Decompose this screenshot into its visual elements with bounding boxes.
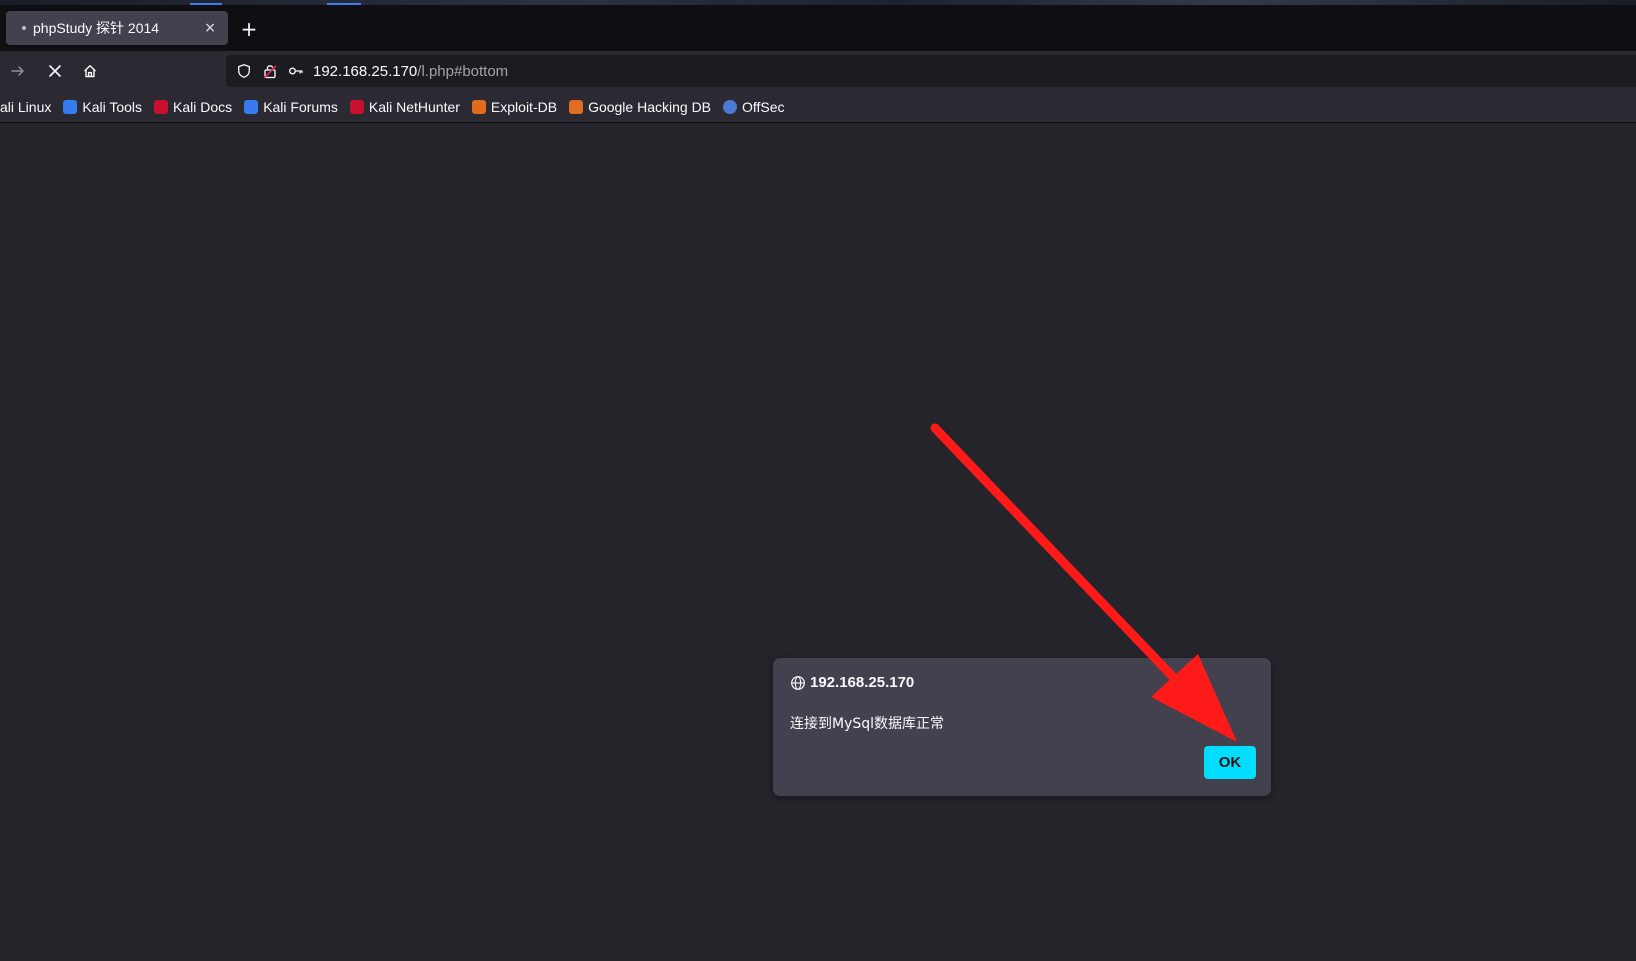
bookmark-kali-tools[interactable]: Kali Tools xyxy=(63,99,142,115)
bookmarks-toolbar: ali Linux Kali Tools Kali Docs Kali Foru… xyxy=(0,91,1636,123)
bookmark-kali-nethunter[interactable]: Kali NetHunter xyxy=(349,98,460,115)
kali-tools-icon xyxy=(63,99,78,114)
bookmark-label: Kali Docs xyxy=(173,98,233,115)
close-icon xyxy=(49,65,61,77)
forward-button[interactable] xyxy=(5,58,31,84)
dialog-origin: 192.168.25.170 xyxy=(810,674,915,691)
dialog-header: 192.168.25.170 xyxy=(790,674,914,691)
kali-docs-icon xyxy=(154,99,169,114)
tab-close-icon[interactable]: × xyxy=(204,21,216,35)
insecure-lock-icon[interactable] xyxy=(262,63,278,79)
url-host: 192.168.25.170 xyxy=(313,62,418,80)
home-icon xyxy=(84,65,96,78)
home-button[interactable] xyxy=(77,58,103,84)
tab-title: phpStudy 探针 2014 xyxy=(33,20,160,36)
forward-arrow-icon xyxy=(11,66,24,76)
new-tab-button[interactable]: + xyxy=(238,18,260,40)
tab-bar: phpStudy 探针 2014 × + xyxy=(0,5,1636,51)
dialog-message: 连接到MySql数据库正常 xyxy=(790,716,945,732)
bookmark-label: Kali Tools xyxy=(82,98,143,115)
shield-icon[interactable] xyxy=(236,63,252,79)
kali-forums-icon xyxy=(244,99,259,114)
bookmark-offsec[interactable]: OffSec xyxy=(723,99,785,115)
bookmark-google-hacking-db[interactable]: Google Hacking DB xyxy=(569,99,711,115)
ok-button[interactable]: OK xyxy=(1204,746,1256,779)
tab-phpstudy[interactable]: phpStudy 探针 2014 × xyxy=(6,11,228,45)
page-content xyxy=(0,123,1636,961)
url-bar[interactable]: 192.168.25.170/l.php#bottom xyxy=(226,55,1636,87)
bookmark-kali-linux[interactable]: ali Linux xyxy=(0,99,51,115)
exploit-db-icon xyxy=(471,99,486,114)
bookmark-label: Google Hacking DB xyxy=(588,98,712,115)
navigation-toolbar: 192.168.25.170/l.php#bottom xyxy=(0,51,1636,91)
kali-nethunter-icon xyxy=(349,99,364,114)
bookmark-label: Kali NetHunter xyxy=(368,98,460,115)
alert-dialog: 192.168.25.170 连接到MySql数据库正常 OK xyxy=(773,658,1271,796)
ghdb-icon xyxy=(569,99,584,114)
url-text[interactable]: 192.168.25.170/l.php#bottom xyxy=(313,63,508,80)
url-path: /l.php#bottom xyxy=(417,62,509,80)
key-icon[interactable] xyxy=(288,63,304,79)
bookmark-label: Kali Forums xyxy=(263,98,338,115)
tab-loading-dot-icon xyxy=(22,26,26,30)
bookmark-label: Exploit-DB xyxy=(490,98,558,115)
stop-button[interactable] xyxy=(42,58,68,84)
bookmark-label: ali Linux xyxy=(0,98,52,115)
globe-icon xyxy=(791,675,805,690)
offsec-icon xyxy=(723,99,738,114)
bookmark-exploit-db[interactable]: Exploit-DB xyxy=(471,98,558,115)
bookmark-kali-docs[interactable]: Kali Docs xyxy=(154,99,232,115)
bookmark-label: OffSec xyxy=(742,98,785,115)
bookmark-kali-forums[interactable]: Kali Forums xyxy=(244,99,338,115)
